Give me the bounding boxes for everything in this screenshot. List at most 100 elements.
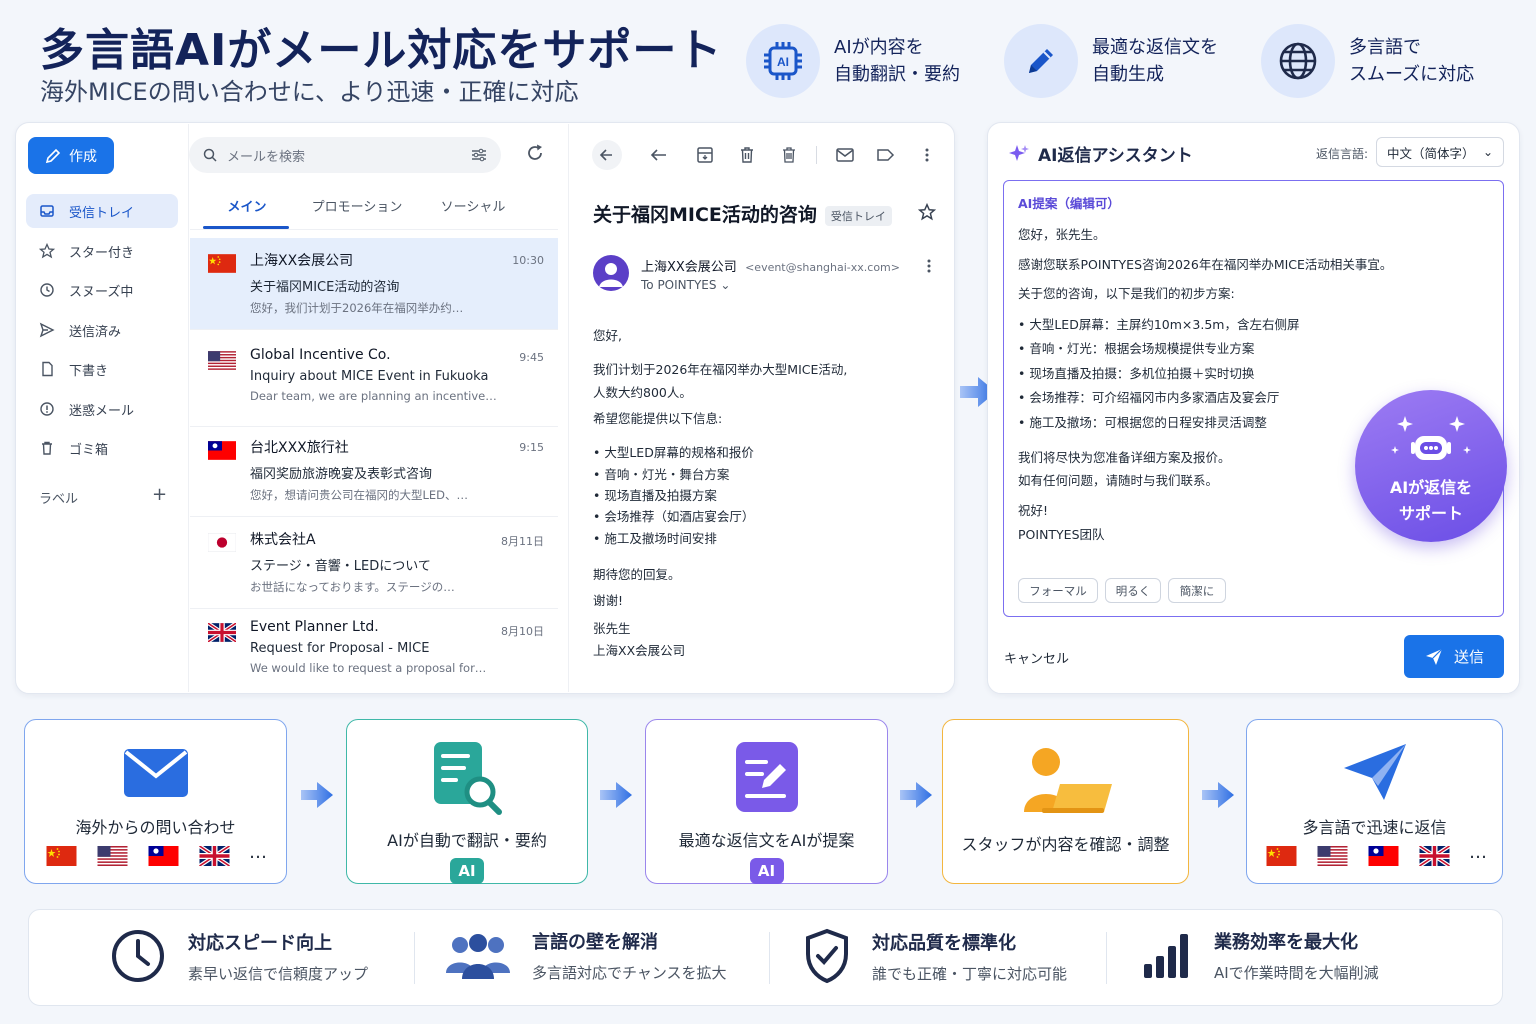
benefit-title: 業務効率を最大化	[1214, 932, 1358, 953]
flow-step-label: AIが自動で翻訳・要約	[387, 831, 547, 850]
reply-language-select[interactable]: 中文（简体字） ⌄	[1376, 137, 1504, 167]
back-circle-icon[interactable]	[594, 145, 620, 165]
search-icon	[203, 148, 217, 162]
ai-line: • 大型LED屏幕：主屏约10m×3.5m，含左右侧屏	[1018, 317, 1300, 332]
flow-step-label: 最適な返信文をAIが提案	[678, 831, 855, 850]
send-label: 送信	[1453, 648, 1484, 666]
mail-preview: We would like to request a proposal for…	[250, 661, 487, 675]
nav-starred[interactable]: スター付き	[26, 234, 178, 268]
ai-line: POINTYES团队	[1018, 527, 1105, 542]
nav-inbox[interactable]: 受信トレイ	[26, 194, 178, 228]
mail-row[interactable]: 株式会社A 8月11日 ステージ・音響・LEDについて お世話になっております。…	[190, 517, 558, 609]
send-button[interactable]: 送信	[1404, 635, 1504, 678]
flag-tw-icon	[1367, 846, 1400, 866]
chevron-down-icon: ⌄	[720, 278, 731, 292]
nav-label: スター付き	[69, 245, 135, 261]
mail-time: 9:15	[519, 441, 544, 454]
delete-icon[interactable]	[734, 145, 760, 165]
flag-gb-icon	[198, 846, 231, 866]
refresh-icon[interactable]	[525, 143, 545, 163]
trash-icon[interactable]	[776, 145, 802, 165]
bar-chart-icon	[1144, 933, 1188, 978]
message-line: • 施工及撤场时间安排	[593, 531, 717, 546]
nav-label: 送信済み	[69, 324, 122, 340]
nav-spam[interactable]: 迷惑メール	[26, 392, 178, 426]
page-title: 多言語AIがメール対応をサポート	[40, 25, 723, 76]
ai-badge: AI	[749, 858, 784, 884]
sender-info: 上海XX会展公司 <event@shanghai-xx.com>	[641, 256, 900, 275]
mail-subject: ステージ・音響・LEDについて	[250, 559, 431, 574]
nav-drafts[interactable]: 下書き	[26, 352, 178, 386]
chevron-down-icon: ⌄	[1482, 145, 1493, 159]
feature-line: AIが内容を	[834, 37, 924, 58]
sender-email: <event@shanghai-xx.com>	[745, 261, 900, 274]
message-line: 上海XX会展公司	[593, 643, 686, 658]
tab-main[interactable]: メイン	[205, 196, 289, 215]
tab-promotions[interactable]: プロモーション	[305, 196, 409, 215]
avatar	[593, 255, 629, 291]
feature-line: 自動翻訳・要約	[834, 64, 960, 85]
flag-us-icon	[208, 351, 236, 370]
tone-chip-formal[interactable]: フォーマル	[1018, 578, 1098, 603]
benefit-sub: 素早い返信で信頼度アップ	[188, 964, 369, 983]
feature-line: スムーズに対応	[1349, 64, 1475, 85]
ai-line: • 现场直播及拍摄：多机位拍摄＋实时切换	[1018, 366, 1255, 381]
nav-label: 下書き	[69, 363, 109, 379]
add-label-button[interactable]: +	[152, 484, 167, 505]
flag-cn-icon	[45, 846, 78, 866]
search-input[interactable]: メールを検索	[227, 146, 461, 165]
ai-suggest-label: AI提案（编辑可）	[1018, 196, 1120, 211]
cancel-button[interactable]: キャンセル	[1004, 648, 1069, 667]
archive-icon[interactable]	[692, 145, 718, 165]
nav-trash[interactable]: ゴミ箱	[26, 431, 178, 465]
tone-chip-concise[interactable]: 簡潔に	[1168, 578, 1226, 603]
flag-cn-icon	[1265, 846, 1298, 866]
mail-row[interactable]: Global Incentive Co. 9:45 Inquiry about …	[190, 335, 558, 427]
label-tag-icon[interactable]	[872, 145, 898, 165]
more-vertical-icon[interactable]	[920, 257, 938, 275]
flow-step-label: スタッフが内容を確認・調整	[961, 835, 1170, 854]
tone-chip-bright[interactable]: 明るく	[1105, 578, 1161, 603]
nav-snoozed[interactable]: スヌーズ中	[26, 273, 178, 307]
message-line: • 现场直播及拍摄方案	[593, 488, 717, 503]
flow-step-translate: AIが自動で翻訳・要約 AI	[346, 719, 588, 884]
inbox-icon	[40, 205, 54, 217]
benefit-sub: AIで作業時間を大幅削減	[1214, 964, 1379, 982]
flag-jp-icon	[208, 533, 236, 552]
message-line: 张先生	[593, 621, 631, 636]
more-vertical-icon[interactable]	[914, 145, 940, 165]
flag-tw-icon	[208, 441, 236, 460]
mail-preview: Dear team, we are planning an incentive…	[250, 389, 497, 403]
ai-line: • 音响・灯光：根据会场规模提供专业方案	[1018, 341, 1255, 356]
mail-sender: Global Incentive Co.	[250, 347, 391, 363]
benefit-title: 対応品質を標準化	[872, 932, 1016, 954]
mail-sender: 株式会社A	[250, 532, 316, 548]
filter-icon[interactable]	[471, 148, 487, 162]
mail-row[interactable]: 台北XXX旅行社 9:15 福冈奖励旅游晚宴及表彰式咨询 您好，想请问贵公司在福…	[190, 425, 558, 517]
ai-title-text: AI返信アシスタント	[1038, 146, 1193, 166]
shield-check-icon	[806, 928, 848, 984]
edit-note-icon	[735, 742, 798, 812]
feature-line: 自動生成	[1092, 64, 1164, 85]
mail-row[interactable]: Event Planner Ltd. 8月10日 Request for Pro…	[190, 607, 558, 699]
recipient[interactable]: To POINTYES ⌄	[641, 278, 730, 292]
nav-sent[interactable]: 送信済み	[26, 313, 178, 347]
ai-panel-title: AI返信アシスタント	[1008, 141, 1193, 166]
mail-row[interactable]: 上海XX会展公司 10:30 关于福冈MICE活动的咨询 您好，我们计划于202…	[190, 238, 558, 330]
flow-step-inquiry: 海外からの問い合わせ …	[24, 719, 287, 884]
mail-icon[interactable]	[832, 145, 858, 165]
feature-line: 多言語で	[1349, 37, 1421, 58]
benefit-title: 言語の壁を解消	[532, 932, 658, 953]
compose-button[interactable]: 作成	[28, 137, 114, 174]
pencil-icon	[1004, 24, 1078, 98]
tab-social[interactable]: ソーシャル	[428, 196, 518, 215]
message-line: • 会场推荐（如酒店宴会厅）	[593, 509, 755, 524]
people-icon	[446, 933, 510, 979]
star-icon[interactable]	[918, 203, 936, 221]
mail-preview: お世話になっております。ステージの…	[250, 580, 455, 594]
search-bar[interactable]: メールを検索	[189, 137, 501, 173]
back-arrow-icon[interactable]	[646, 145, 672, 165]
bot-text: AIが返信を	[1389, 478, 1473, 497]
benefit-efficiency: 業務効率を最大化 AIで作業時間を大幅削減	[1142, 928, 1379, 983]
send-icon	[1425, 648, 1443, 665]
